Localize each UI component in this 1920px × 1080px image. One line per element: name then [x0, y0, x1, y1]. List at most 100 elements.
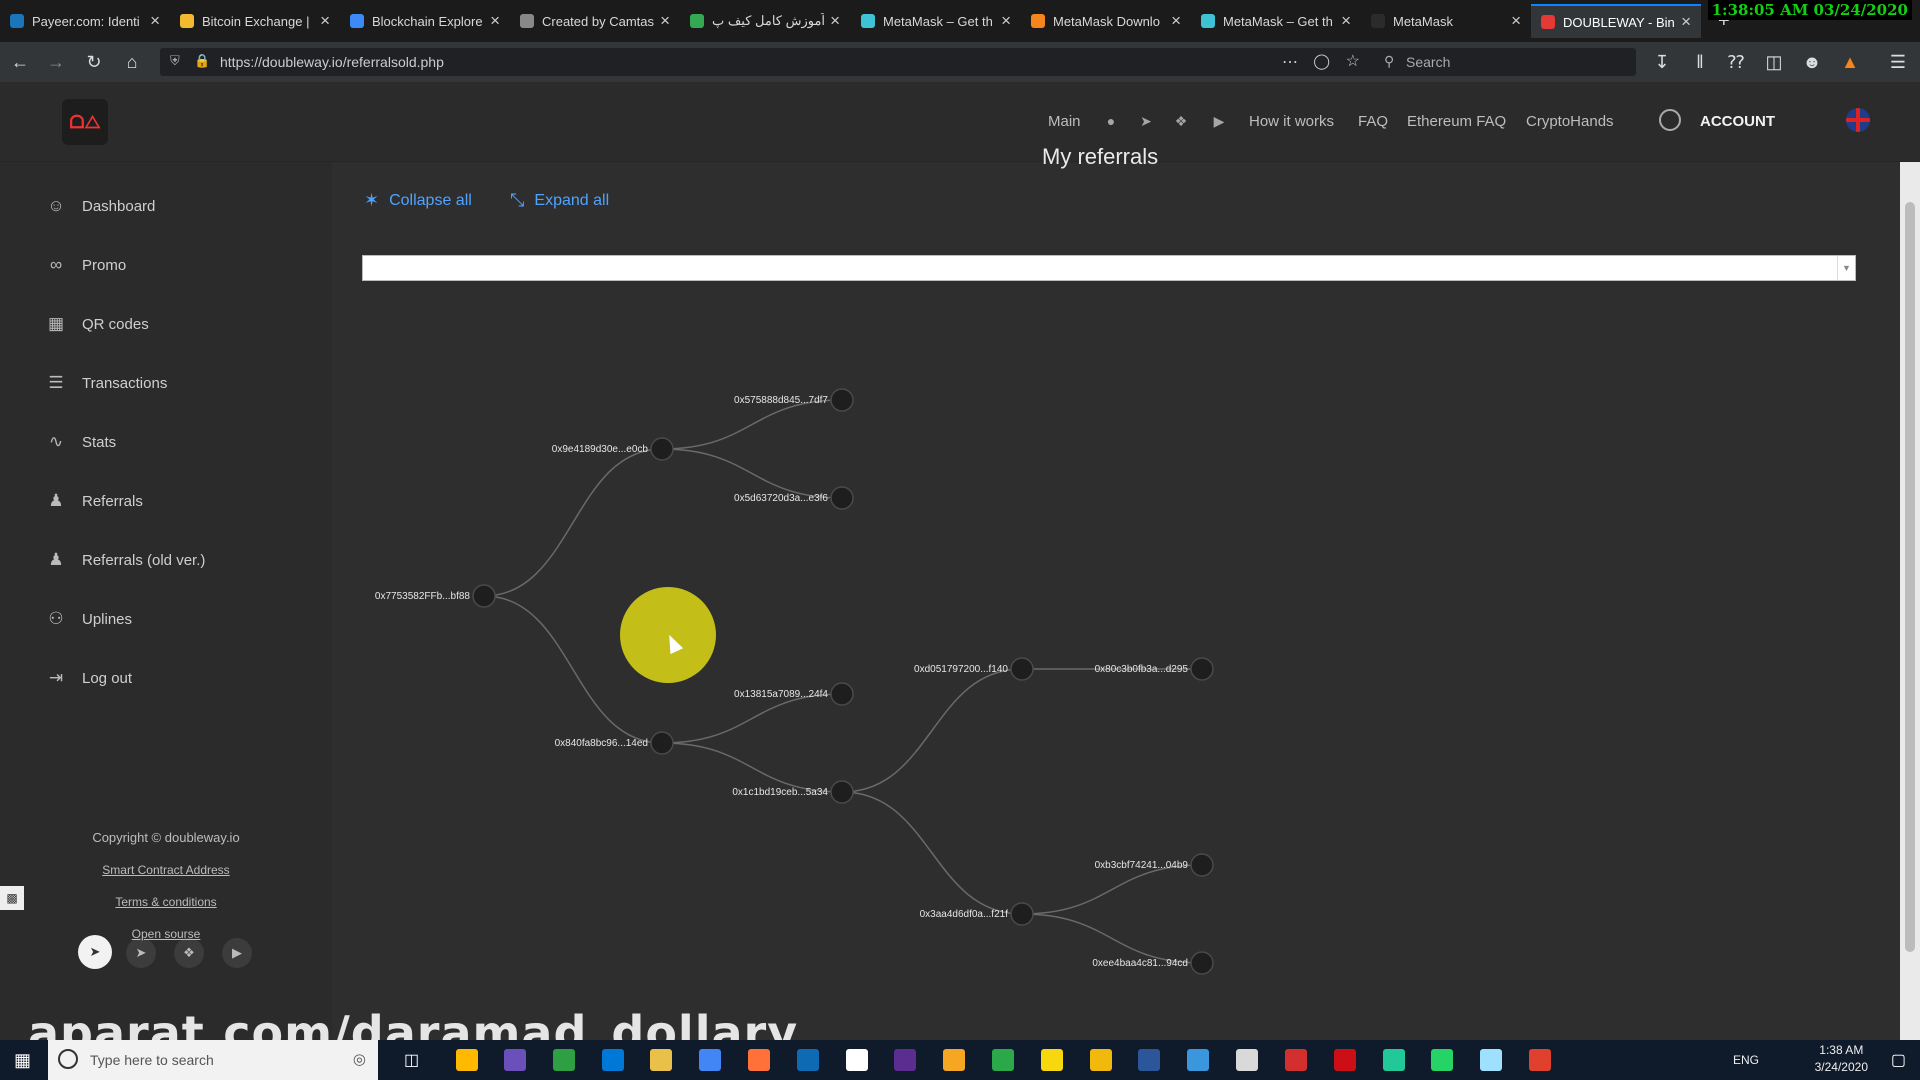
- taskbar-app-icon[interactable]: [1236, 1049, 1258, 1071]
- taskbar-app-icon[interactable]: [1383, 1049, 1405, 1071]
- tree-node-label[interactable]: 0x7753582FFb...bf88: [375, 591, 471, 602]
- screen-capture-icon[interactable]: ▩: [0, 886, 24, 910]
- taskbar-date[interactable]: 3/24/2020: [1815, 1059, 1868, 1076]
- taskbar-app-icon[interactable]: [748, 1049, 770, 1071]
- taskbar-app-icon[interactable]: [456, 1049, 478, 1071]
- tree-node[interactable]: [830, 682, 854, 706]
- tab-close-icon[interactable]: ×: [1341, 11, 1351, 31]
- telegram-chat-icon[interactable]: ●: [1103, 113, 1119, 129]
- tree-node[interactable]: [650, 437, 674, 461]
- home-icon[interactable]: ⌂: [118, 48, 146, 76]
- browser-tab[interactable]: MetaMask Downlo ×: [1021, 4, 1191, 38]
- uk-flag-icon[interactable]: [1846, 108, 1870, 132]
- taskbar-app-icon[interactable]: [1431, 1049, 1453, 1071]
- sidebar-item-referrals[interactable]: ♟ Referrals: [44, 487, 142, 515]
- doubleway-logo[interactable]: ᗝ△: [62, 99, 108, 145]
- download-icon[interactable]: ↧: [1648, 48, 1676, 76]
- tab-close-icon[interactable]: ×: [1681, 12, 1691, 32]
- tree-node[interactable]: [1010, 902, 1034, 926]
- browser-tab[interactable]: Created by Camtasia 2 ×: [510, 4, 680, 38]
- tree-node[interactable]: [1190, 951, 1214, 975]
- taskbar-time[interactable]: 1:38 AM: [1815, 1042, 1868, 1059]
- browser-tab[interactable]: آموزش کامل کیف پ ×: [680, 4, 850, 38]
- microphone-icon[interactable]: ◎: [353, 1050, 366, 1068]
- browser-tab[interactable]: MetaMask – Get th ×: [1191, 4, 1361, 38]
- notification-icon[interactable]: ▢: [1891, 1050, 1906, 1070]
- tree-node[interactable]: [650, 731, 674, 755]
- twitter-icon[interactable]: ❖: [1173, 113, 1189, 129]
- scrollbar-thumb[interactable]: [1905, 202, 1915, 952]
- tree-node[interactable]: [1190, 657, 1214, 681]
- taskbar-app-icon[interactable]: [1187, 1049, 1209, 1071]
- youtube-icon[interactable]: ▶: [222, 938, 252, 968]
- nav-main[interactable]: Main: [1048, 113, 1081, 130]
- menu-icon[interactable]: ☰: [1884, 48, 1912, 76]
- tab-close-icon[interactable]: ×: [1511, 11, 1521, 31]
- tab-close-icon[interactable]: ×: [150, 11, 160, 31]
- taskbar-app-icon[interactable]: [1480, 1049, 1502, 1071]
- pocket-icon[interactable]: ◯: [1313, 52, 1330, 70]
- browser-tab[interactable]: Bitcoin Exchange | ×: [170, 4, 340, 38]
- nav-ethereum-faq[interactable]: Ethereum FAQ: [1407, 113, 1506, 130]
- taskbar-app-icon[interactable]: [602, 1049, 624, 1071]
- browser-tab[interactable]: MetaMask ×: [1361, 4, 1531, 38]
- tree-node-label[interactable]: 0xee4baa4c81...94cd: [1092, 958, 1188, 969]
- smart-contract-link[interactable]: Smart Contract Address: [0, 863, 332, 877]
- taskbar-app-icon[interactable]: [1285, 1049, 1307, 1071]
- sidebar-item-dashboard[interactable]: ☺ Dashboard: [44, 192, 155, 220]
- tree-node-label[interactable]: 0x3aa4d6df0a...f21f: [920, 909, 1009, 920]
- account-user-icon[interactable]: [1659, 109, 1681, 131]
- taskbar-app-icon[interactable]: [846, 1049, 868, 1071]
- telegram-icon[interactable]: ➤: [126, 938, 156, 968]
- tree-node[interactable]: [830, 388, 854, 412]
- taskbar-app-icon[interactable]: [699, 1049, 721, 1071]
- url-bar[interactable]: ⛨ 🔒 https://doubleway.io/referralsold.ph…: [160, 48, 1380, 76]
- nav-faq[interactable]: FAQ: [1358, 113, 1388, 130]
- extension-icon[interactable]: ⁇: [1722, 48, 1750, 76]
- account-button[interactable]: ACCOUNT: [1700, 113, 1775, 130]
- open-source-link[interactable]: Open sourse: [0, 927, 332, 941]
- tree-node-label[interactable]: 0xb3cbf74241...04b9: [1095, 860, 1189, 871]
- taskbar-app-icon[interactable]: [553, 1049, 575, 1071]
- metamask-icon[interactable]: ▲: [1836, 48, 1864, 76]
- sidebar-item-qr-codes[interactable]: ▦ QR codes: [44, 310, 149, 338]
- more-icon[interactable]: ⋯: [1282, 52, 1298, 72]
- windows-start-icon[interactable]: ▦: [14, 1050, 31, 1071]
- taskbar-app-icon[interactable]: [1090, 1049, 1112, 1071]
- taskbar-app-icon[interactable]: [504, 1049, 526, 1071]
- sidebar-item-uplines[interactable]: ⚇ Uplines: [44, 605, 132, 633]
- tree-node[interactable]: [1010, 657, 1034, 681]
- tree-node-label[interactable]: 0x9e4189d30e...e0cb: [552, 444, 649, 455]
- sidebar-item-logout[interactable]: ⇥ Log out: [44, 664, 132, 692]
- youtube-icon[interactable]: ▶: [1211, 113, 1227, 129]
- tree-node-label[interactable]: 0x5d63720d3a...e3f6: [734, 493, 828, 504]
- taskbar-app-icon[interactable]: [797, 1049, 819, 1071]
- taskbar-app-icon[interactable]: [943, 1049, 965, 1071]
- tree-node[interactable]: [1190, 853, 1214, 877]
- browser-tab[interactable]: Payeer.com: Identi ×: [0, 4, 170, 38]
- tree-node-label[interactable]: 0x1c1bd19ceb...5a34: [732, 787, 828, 798]
- tree-node-label[interactable]: 0x575888d845...7df7: [734, 395, 828, 406]
- account-icon[interactable]: ☻: [1798, 48, 1826, 76]
- terms-link[interactable]: Terms & conditions: [0, 895, 332, 909]
- tree-node[interactable]: [830, 486, 854, 510]
- tab-close-icon[interactable]: ×: [1171, 11, 1181, 31]
- sidebar-item-transactions[interactable]: ☰ Transactions: [44, 369, 167, 397]
- tree-node[interactable]: [830, 780, 854, 804]
- tab-close-icon[interactable]: ×: [660, 11, 670, 31]
- tab-close-icon[interactable]: ×: [830, 11, 840, 31]
- bookmark-star-icon[interactable]: ☆: [1346, 51, 1360, 71]
- taskbar-app-icon[interactable]: [1138, 1049, 1160, 1071]
- taskbar-app-icon[interactable]: [1334, 1049, 1356, 1071]
- tree-node-label[interactable]: 0x13815a7089...24f4: [734, 689, 828, 700]
- library-icon[interactable]: ‖: [1686, 48, 1714, 76]
- telegram-icon[interactable]: ➤: [1138, 113, 1154, 129]
- taskbar-app-icon[interactable]: [1529, 1049, 1551, 1071]
- taskbar-search[interactable]: Type here to search ◎: [48, 1040, 378, 1080]
- tree-node-label[interactable]: 0x80c3b0fb3a...d295: [1095, 664, 1189, 675]
- tab-close-icon[interactable]: ×: [490, 11, 500, 31]
- sidebar-icon[interactable]: ◫: [1760, 48, 1788, 76]
- sidebar-item-stats[interactable]: ∿ Stats: [44, 428, 116, 456]
- nav-how-it-works[interactable]: How it works: [1249, 113, 1334, 130]
- browser-search-box[interactable]: ⚲ Search: [1376, 48, 1636, 76]
